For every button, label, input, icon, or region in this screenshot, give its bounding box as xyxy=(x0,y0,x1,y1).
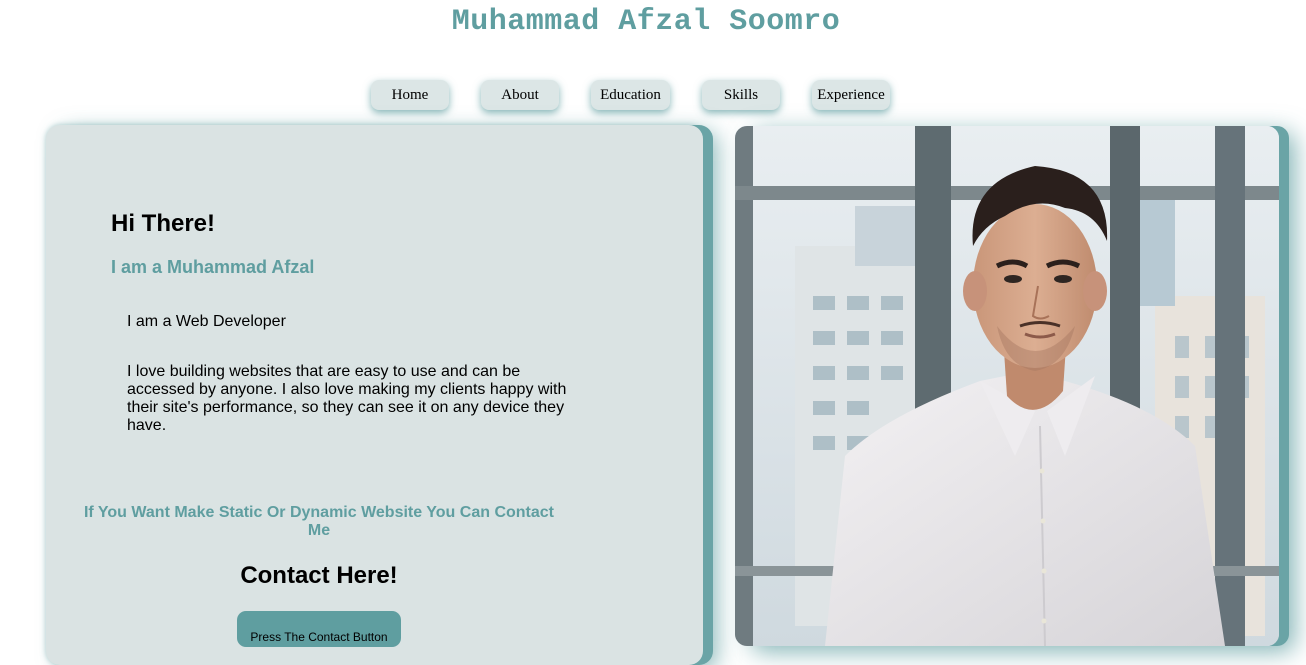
hero-greeting: Hi There! xyxy=(111,210,216,237)
contact-button[interactable]: Press The Contact Button xyxy=(237,611,401,647)
nav-about-button[interactable]: About xyxy=(481,80,559,110)
contact-heading: Contact Here! xyxy=(240,562,398,589)
nav-experience-button[interactable]: Experience xyxy=(812,80,890,110)
hero-bio: I love building websites that are easy t… xyxy=(127,363,567,434)
site-title: Muhammad Afzal Soomro xyxy=(451,5,841,39)
hero-name-line: I am a Muhammad Afzal xyxy=(111,257,315,277)
main-nav: Home About Education Skills Experience xyxy=(0,80,1306,112)
nav-home-button[interactable]: Home xyxy=(371,80,449,110)
profile-photo xyxy=(735,126,1279,646)
contact-cta-text: If You Want Make Static Or Dynamic Websi… xyxy=(83,504,554,539)
intro-panel: Hi There! I am a Muhammad Afzal I am a W… xyxy=(46,125,703,665)
nav-skills-button[interactable]: Skills xyxy=(702,80,780,110)
profile-photo-panel xyxy=(735,126,1279,646)
hero-role: I am a Web Developer xyxy=(127,313,286,330)
nav-education-button[interactable]: Education xyxy=(591,80,670,110)
